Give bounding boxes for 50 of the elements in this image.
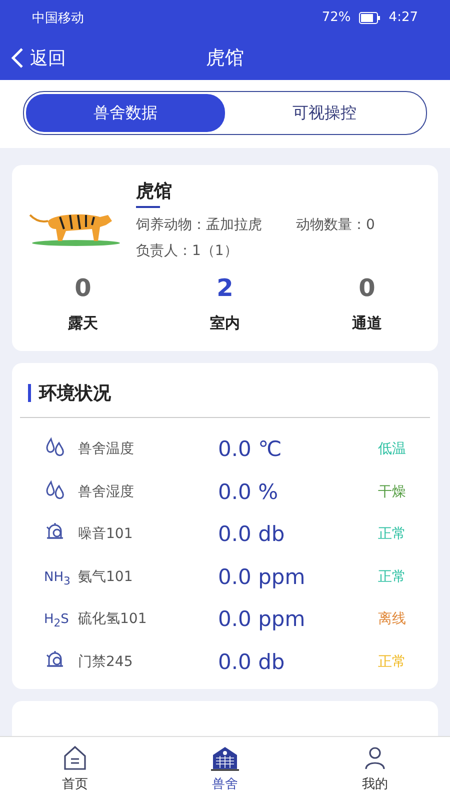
building-icon: [211, 744, 239, 770]
sensor-name: 兽舍温度: [78, 440, 135, 458]
sensor-status: 正常: [378, 652, 407, 671]
enclosure-name: 虎馆: [136, 180, 173, 203]
sensor-status: 低温: [378, 440, 407, 458]
stat-label: 通道: [352, 314, 382, 333]
nav-tab[interactable]: 兽舍: [150, 737, 300, 800]
back-button[interactable]: 返回: [10, 46, 66, 70]
tab[interactable]: 兽舍数据: [26, 94, 225, 132]
sensor-name: 门禁245: [78, 652, 134, 671]
tab[interactable]: 可视操控: [225, 94, 424, 132]
stat-value: 0: [358, 274, 376, 302]
sensor-status: 离线: [378, 610, 407, 628]
sensor-value: 0.0 %: [218, 480, 280, 504]
carrier-name: 中国移动: [32, 10, 84, 26]
formula-label: H$_{2}$S: [44, 612, 69, 628]
clock-time: 4:27: [388, 10, 418, 25]
battery-percent: 72%: [322, 10, 351, 25]
sensor-status: 干燥: [378, 482, 407, 501]
sensor-value: 0.0 db: [218, 522, 286, 546]
stat-value: 0: [74, 274, 92, 302]
formula-label: NH$_{3}$: [44, 570, 70, 585]
sensor-value: 0.0 ppm: [218, 564, 306, 589]
keeper-info: 负责人：1（1）: [136, 242, 239, 260]
water-drops-icon: [44, 478, 66, 501]
page-title: 虎馆: [206, 46, 244, 70]
battery-icon: [358, 12, 381, 24]
sensor-status: 正常: [378, 568, 407, 586]
section-title: 环境状况: [39, 382, 111, 405]
sensor-name: 兽舍湿度: [78, 482, 135, 501]
sensor-name: 噪音101: [78, 525, 134, 544]
water-drops-icon: [44, 436, 66, 458]
sensor-name: 硫化氢101: [78, 610, 148, 628]
stat-value: 2: [216, 274, 234, 302]
stat-label: 露天: [68, 314, 98, 333]
sensor-name: 氨气101: [78, 568, 134, 586]
home-icon: [62, 744, 88, 770]
animal-species: 饲养动物：孟加拉虎: [136, 216, 262, 234]
back-chevron-icon: [10, 46, 24, 68]
sensor-value: 0.0 ppm: [218, 607, 306, 632]
animal-count: 动物数量：0: [296, 216, 375, 234]
person-icon: [362, 744, 388, 770]
section-accent: [28, 384, 31, 402]
title-underline: [136, 206, 160, 208]
sensor-value: 0.0 db: [218, 650, 286, 674]
nav-tab[interactable]: 我的: [300, 737, 450, 800]
nav-tab[interactable]: 首页: [0, 737, 150, 800]
sensor-status: 正常: [378, 525, 407, 544]
stat-label: 室内: [210, 314, 240, 333]
sensor-value: 0.0 ℃: [218, 437, 283, 462]
